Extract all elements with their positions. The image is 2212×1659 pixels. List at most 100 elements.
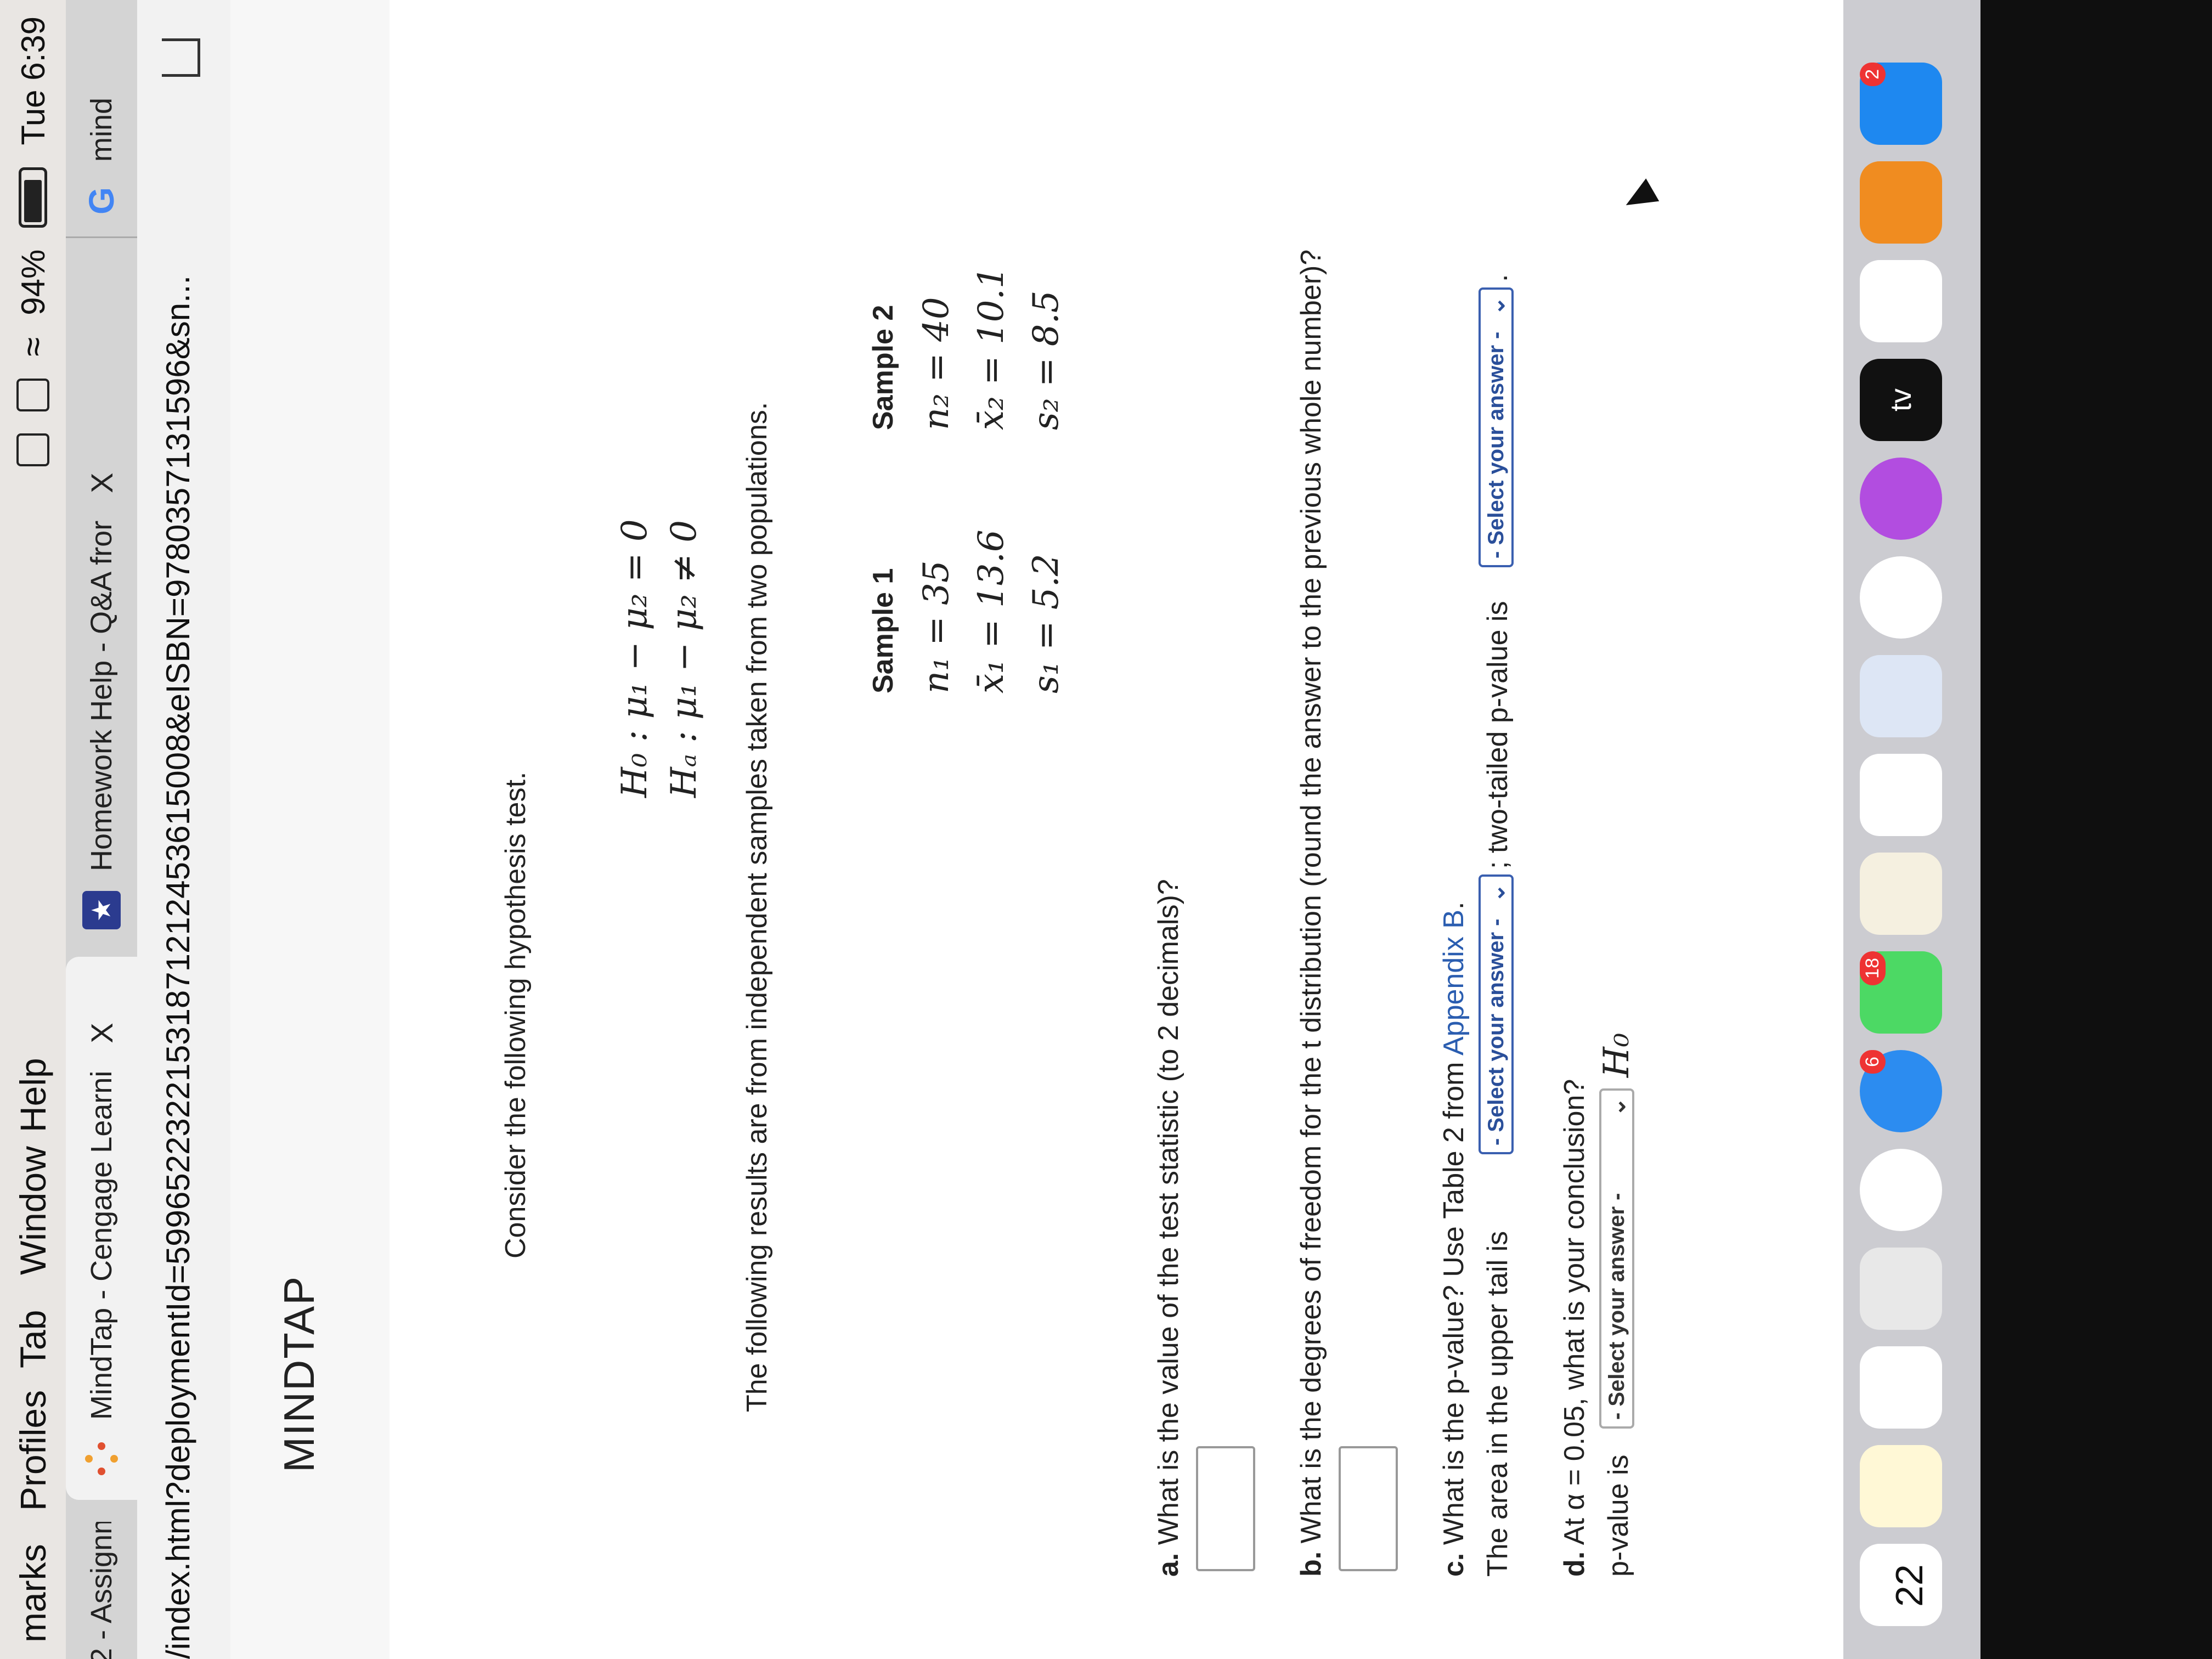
pages-icon[interactable] (1860, 853, 1942, 935)
menu-bookmarks[interactable]: marks (12, 1544, 54, 1643)
upper-tail-label: The area in the upper tail is (1482, 1231, 1514, 1577)
sample1-heading: Sample 1 (867, 568, 899, 693)
calendar-icon[interactable]: 22 (1860, 1544, 1942, 1626)
tab-label: MindTap - Cengage Learni (85, 1070, 118, 1420)
appendix-b-link[interactable]: Appendix B (1438, 910, 1470, 1056)
null-hypothesis: H₀ : μ₁ − μ₂ = 0 (614, 519, 655, 798)
laptop-bezel (1980, 0, 2212, 1659)
music-icon[interactable] (1860, 556, 1942, 639)
battery-percent: 94% (14, 249, 52, 315)
question-c-label: c. (1438, 1553, 1470, 1577)
tab-mindtap[interactable]: MindTap - Cengage Learni X (66, 957, 137, 1500)
google-icon: G (82, 187, 121, 215)
sample2-mean: x̄₂ = 10.1 (971, 266, 1012, 430)
question-c-end: . (1438, 901, 1470, 910)
tab-google[interactable]: G mind (66, 0, 137, 238)
tab-assignment[interactable]: 2 - Assignment X (66, 1522, 137, 1659)
tab-homework-help[interactable]: ★ Homework Help - Q&A fror X (66, 271, 137, 929)
test-statistic-input[interactable] (1196, 1446, 1255, 1571)
tab-label: 2 - Assignment (85, 1522, 118, 1659)
keynote-icon[interactable] (1860, 655, 1942, 737)
mindtap-logo[interactable]: MINDTAP (274, 1276, 324, 1472)
p-value-label: p-value is (1602, 1454, 1634, 1577)
chevron-down-icon: ⌄ (1483, 883, 1509, 903)
tab-bar: 2 - Assignment X MindTap - Cengage Learn… (66, 0, 137, 1659)
menu-tab[interactable]: Tab (12, 1310, 54, 1368)
tv-label: tv (1884, 388, 1917, 412)
degrees-of-freedom-input[interactable] (1339, 1446, 1398, 1571)
star-icon: ★ (82, 891, 121, 929)
sample1-mean: x̄₁ = 13.6 (971, 529, 1012, 693)
site-header: MINDTAP (230, 0, 392, 1659)
alternative-hypothesis: Hₐ : μ₁ − μ₂ ≠ 0 (664, 520, 704, 798)
sample2-heading: Sample 2 (867, 304, 899, 430)
h0-symbol: H₀ (1596, 1032, 1637, 1077)
photos-icon[interactable] (1860, 1149, 1942, 1231)
app-status-icon[interactable] (16, 433, 49, 466)
dock: 22 6 18 tv 2 (1843, 0, 1980, 1659)
intro-text: Consider the following hypothesis test. (500, 771, 532, 1259)
two-tailed-label: ; two-tailed p-value is (1482, 601, 1514, 869)
question-d-label: d. (1559, 1551, 1590, 1577)
menu-profiles[interactable]: Profiles (12, 1390, 54, 1511)
conclusion-select[interactable]: - Select your answer - ⌄ (1599, 1088, 1634, 1429)
two-tailed-select[interactable]: - Select your answer - ⌄ (1479, 287, 1514, 567)
question-d: d. At α = 0.05, what is your conclusion? (1558, 1079, 1591, 1577)
battery-icon[interactable] (19, 167, 47, 228)
calendar-day: 22 (1888, 1564, 1931, 1607)
numbers-icon[interactable] (1860, 754, 1942, 836)
question-b-label: b. (1295, 1551, 1327, 1577)
question-b: b. What is the degrees of freedom for th… (1295, 250, 1328, 1577)
clock[interactable]: Tue 6:39 (14, 16, 52, 145)
messages-icon[interactable]: 6 (1860, 1050, 1942, 1132)
notes-icon[interactable] (1860, 1445, 1942, 1527)
tab-label: Homework Help - Q&A fror (85, 520, 118, 871)
question-content: Consider the following hypothesis test. … (390, 0, 1843, 1659)
select-text: - Select your answer - (1483, 331, 1508, 558)
maps-icon[interactable] (1860, 1248, 1942, 1330)
upper-tail-select[interactable]: - Select your answer - ⌄ (1479, 874, 1514, 1154)
mouse-cursor-icon (1619, 178, 1660, 217)
period: . (1482, 274, 1514, 282)
rotated-screen: marks Profiles Tab Window Help ≈ 94% Tue… (0, 0, 2212, 1659)
share-icon[interactable] (162, 38, 200, 77)
screen-icon[interactable] (16, 378, 49, 411)
sample2-n: n₂ = 40 (916, 297, 957, 430)
select-text: - Select your answer - (1604, 1193, 1629, 1420)
menu-window[interactable]: Window (12, 1146, 54, 1275)
tv-icon[interactable]: tv (1860, 359, 1942, 441)
facetime-icon[interactable]: 18 (1860, 951, 1942, 1034)
question-d-text: At α = 0.05, what is your conclusion? (1559, 1079, 1590, 1545)
address-bar[interactable]: /index.html?deploymentId=599652232215318… (137, 0, 232, 1659)
status-area: ≈ 94% Tue 6:39 (11, 16, 55, 466)
app-store-icon[interactable]: 2 (1860, 63, 1942, 145)
sample1-sd: s₁ = 5.2 (1026, 554, 1066, 693)
cengage-logo-icon (82, 1440, 121, 1478)
close-icon[interactable]: X (84, 472, 120, 493)
news-icon[interactable] (1860, 260, 1942, 342)
menu-bar: marks Profiles Tab Window Help ≈ 94% Tue… (0, 0, 66, 1659)
question-c-text: What is the p-value? Use Table 2 from (1438, 1056, 1470, 1545)
sample1-n: n₁ = 35 (916, 560, 957, 693)
url-text[interactable]: /index.html?deploymentId=599652232215318… (159, 275, 197, 1659)
question-b-text: What is the degrees of freedom for the t… (1295, 249, 1327, 1544)
reminders-icon[interactable] (1860, 1346, 1942, 1429)
podcasts-icon[interactable] (1860, 458, 1942, 540)
question-a-label: a. (1153, 1553, 1184, 1577)
select-text: - Select your answer - (1483, 918, 1508, 1146)
question-a: a. What is the value of the test statist… (1152, 879, 1185, 1577)
facetime-badge: 18 (1860, 951, 1886, 985)
app-store-badge: 2 (1860, 63, 1886, 86)
messages-badge: 6 (1860, 1050, 1886, 1074)
question-a-text: What is the value of the test statistic … (1153, 879, 1184, 1545)
wifi-icon[interactable]: ≈ (13, 337, 53, 357)
results-intro: The following results are from independe… (741, 402, 773, 1412)
sample2-sd: s₂ = 8.5 (1026, 290, 1066, 430)
menu-help[interactable]: Help (12, 1058, 54, 1132)
books-icon[interactable] (1860, 161, 1942, 244)
chevron-down-icon: ⌄ (1604, 1097, 1630, 1117)
close-icon[interactable]: X (84, 1023, 120, 1043)
chevron-down-icon: ⌄ (1483, 296, 1509, 316)
question-c: c. What is the p-value? Use Table 2 from… (1437, 902, 1470, 1577)
tab-label: mind (85, 97, 118, 162)
